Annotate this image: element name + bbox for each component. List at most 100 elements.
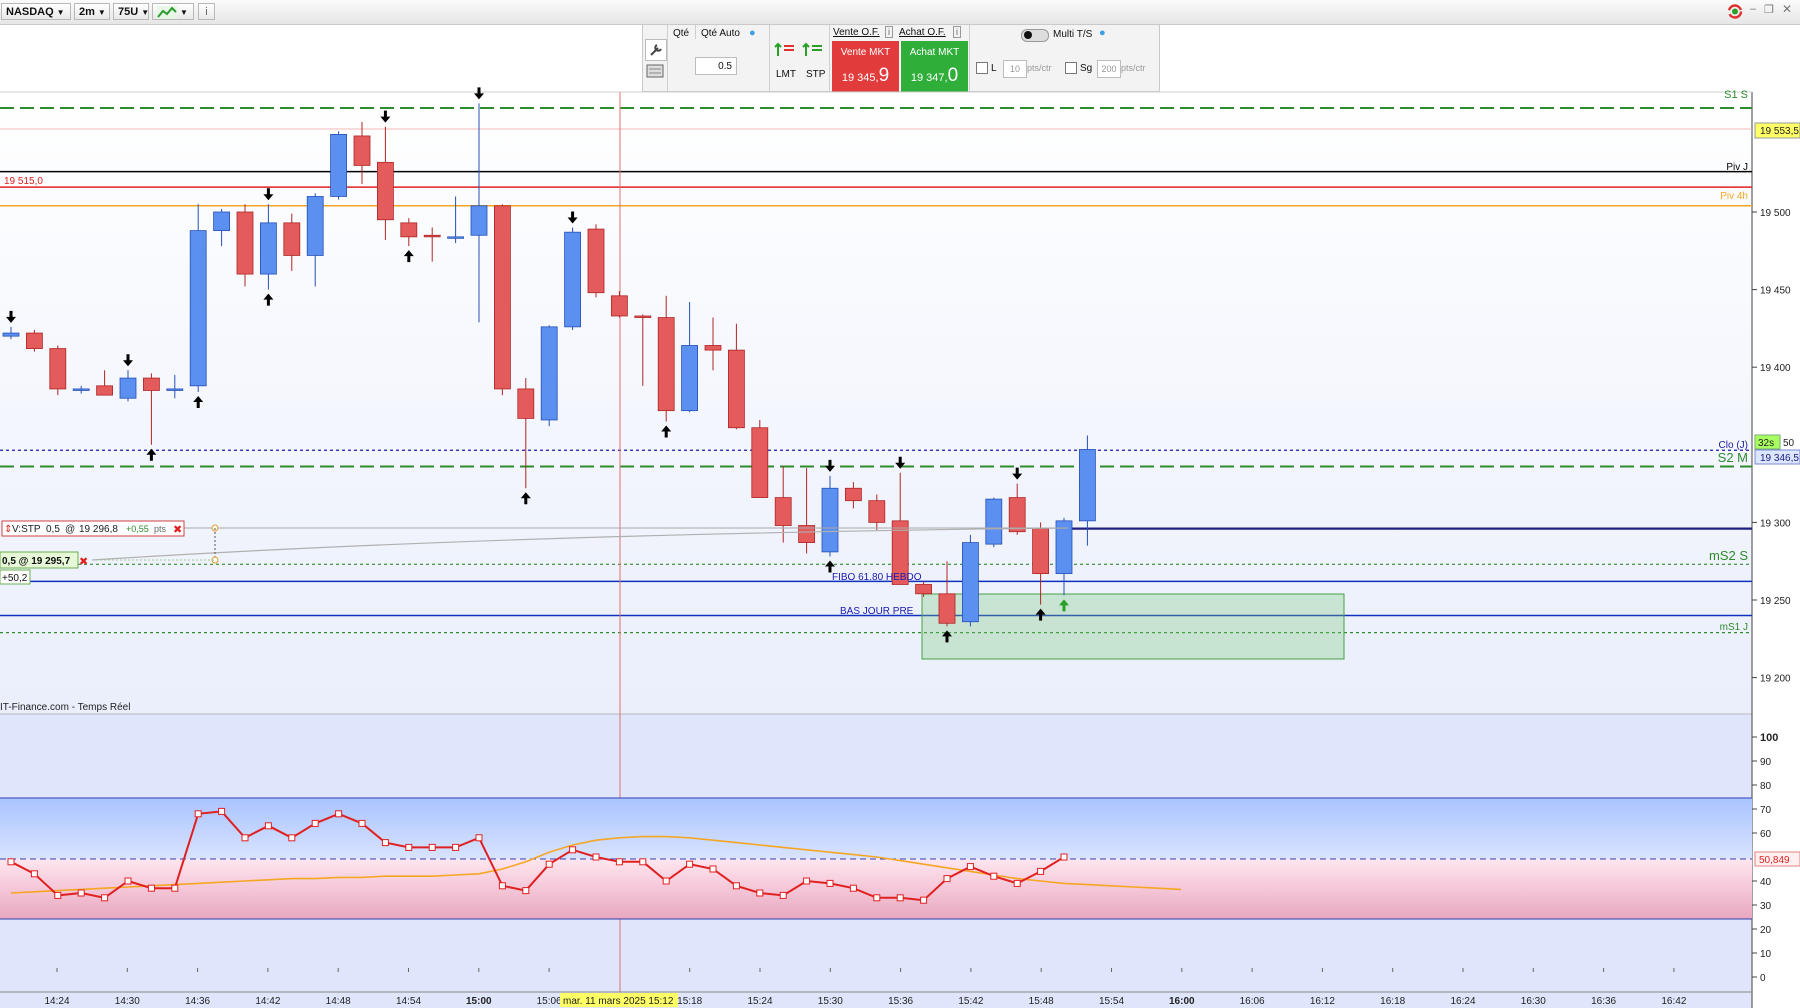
time-label: 14:48 bbox=[326, 996, 351, 1007]
candle[interactable] bbox=[962, 534, 979, 627]
close-icon[interactable]: ✖ bbox=[173, 524, 182, 536]
order-at: @ bbox=[65, 524, 75, 535]
order-pts-unit: pts bbox=[154, 524, 167, 534]
osc-point bbox=[920, 896, 928, 904]
candle[interactable] bbox=[751, 419, 769, 498]
info-icon[interactable]: i bbox=[198, 3, 215, 20]
candle-body bbox=[142, 377, 160, 391]
bas-jour-label: BAS JOUR PRE bbox=[840, 606, 914, 617]
candle-body bbox=[1008, 497, 1026, 533]
candle[interactable] bbox=[236, 204, 254, 287]
candle[interactable] bbox=[493, 204, 511, 396]
osc-point bbox=[873, 894, 881, 902]
time-label: 15:36 bbox=[888, 996, 913, 1007]
osc-point bbox=[335, 810, 343, 818]
osc-lower-band bbox=[0, 859, 1752, 919]
time-label: 15:00 bbox=[466, 996, 492, 1007]
candle-body bbox=[915, 584, 932, 595]
osc-point bbox=[1013, 879, 1021, 887]
osc-point bbox=[428, 843, 436, 851]
order-pts: +0,55 bbox=[126, 524, 149, 534]
price-tick-label: 19 400 bbox=[1760, 363, 1791, 374]
time-label: 14:24 bbox=[44, 996, 69, 1007]
osc-tick-label: 40 bbox=[1760, 877, 1772, 888]
restore-icon[interactable]: ❐ bbox=[1764, 3, 1774, 16]
chart-type-selector[interactable]: ▼ bbox=[152, 3, 194, 20]
osc-point bbox=[171, 884, 179, 892]
level-label-s2m: S2 M bbox=[1718, 450, 1748, 465]
osc-point bbox=[615, 858, 623, 866]
stop-order-tag[interactable]: ⇕ V:STP 0,5 @ 19 296,8 +0,55 pts ✖ bbox=[1, 520, 185, 537]
candle-body bbox=[283, 222, 301, 256]
candle-body bbox=[213, 211, 231, 232]
candle-body bbox=[868, 500, 886, 523]
time-label: 14:42 bbox=[255, 996, 280, 1007]
symbol-selector[interactable]: NASDAQ ▼ bbox=[1, 3, 71, 20]
osc-point bbox=[54, 891, 62, 899]
close-icon[interactable]: ✕ bbox=[1782, 2, 1792, 16]
osc-tick-label: 10 bbox=[1760, 949, 1772, 960]
minimize-icon[interactable]: – bbox=[1750, 3, 1756, 15]
chart-area[interactable]: 19 515,0 S1 S Piv J Piv 4h Clo (J) S2 M … bbox=[0, 24, 1800, 1008]
units-selector[interactable]: 75U ▼ bbox=[113, 3, 149, 20]
osc-point bbox=[545, 860, 553, 868]
osc-point bbox=[194, 810, 202, 818]
chevron-down-icon: ▼ bbox=[141, 8, 150, 17]
candle[interactable] bbox=[587, 224, 605, 298]
time-label: 14:54 bbox=[396, 996, 421, 1007]
top-price-tag-text: 19 553,5 bbox=[1760, 126, 1799, 137]
candle-body bbox=[49, 348, 67, 390]
candle-body bbox=[400, 222, 418, 238]
osc-point bbox=[662, 877, 670, 885]
candle-body bbox=[938, 593, 956, 624]
candle-body bbox=[985, 498, 1003, 545]
chevron-down-icon: ▼ bbox=[97, 8, 106, 17]
candle[interactable] bbox=[985, 497, 1003, 548]
osc-point bbox=[381, 839, 389, 847]
time-label: 14:30 bbox=[115, 996, 140, 1007]
osc-tick-label: 30 bbox=[1760, 901, 1772, 912]
candle[interactable] bbox=[330, 131, 348, 200]
timeframe-selector[interactable]: 2m ▼ bbox=[74, 3, 110, 20]
candle[interactable] bbox=[821, 475, 839, 557]
candle-body bbox=[704, 345, 722, 351]
candle[interactable] bbox=[564, 227, 581, 330]
candle-body bbox=[1055, 520, 1073, 575]
price-panel-bg bbox=[0, 92, 1752, 737]
candle[interactable] bbox=[189, 204, 207, 393]
candle[interactable] bbox=[49, 345, 67, 396]
support-zone-box[interactable] bbox=[921, 593, 1345, 660]
order-qty: 0,5 bbox=[46, 524, 60, 535]
candle-body bbox=[236, 211, 254, 275]
osc-point bbox=[966, 863, 974, 871]
candle-body bbox=[681, 345, 698, 412]
time-label: 16:42 bbox=[1661, 996, 1686, 1007]
level-label-s1s: S1 S bbox=[1724, 89, 1748, 101]
symbol-label: NASDAQ bbox=[6, 6, 54, 18]
candle[interactable] bbox=[540, 325, 558, 427]
osc-point bbox=[569, 846, 577, 854]
osc-point bbox=[452, 843, 460, 851]
osc-point bbox=[849, 884, 857, 892]
candle-body bbox=[634, 315, 652, 318]
osc-point bbox=[288, 834, 296, 842]
osc-tick-label: 100 bbox=[1760, 732, 1778, 744]
order-price: 19 296,8 bbox=[79, 524, 118, 535]
time-label: 16:24 bbox=[1450, 996, 1475, 1007]
time-label: 15:48 bbox=[1029, 996, 1054, 1007]
osc-point bbox=[77, 889, 85, 897]
time-label: 16:36 bbox=[1591, 996, 1616, 1007]
osc-point bbox=[498, 882, 506, 890]
refresh-icon[interactable] bbox=[1726, 3, 1744, 20]
price-tick-label: 19 450 bbox=[1760, 286, 1791, 297]
candle[interactable] bbox=[25, 329, 43, 352]
osc-point bbox=[732, 882, 740, 890]
fibo-label: FIBO 61.80 HEBDO bbox=[832, 572, 922, 583]
time-label: 15:30 bbox=[818, 996, 843, 1007]
osc-point bbox=[943, 875, 951, 883]
close-icon[interactable]: ✖ bbox=[79, 556, 88, 568]
top-toolbar: NASDAQ ▼ 2m ▼ 75U ▼ ▼ i – ❐ ✕ bbox=[0, 0, 1800, 25]
candle-body bbox=[845, 487, 862, 502]
osc-point bbox=[30, 870, 38, 878]
time-label: 15:54 bbox=[1099, 996, 1124, 1007]
